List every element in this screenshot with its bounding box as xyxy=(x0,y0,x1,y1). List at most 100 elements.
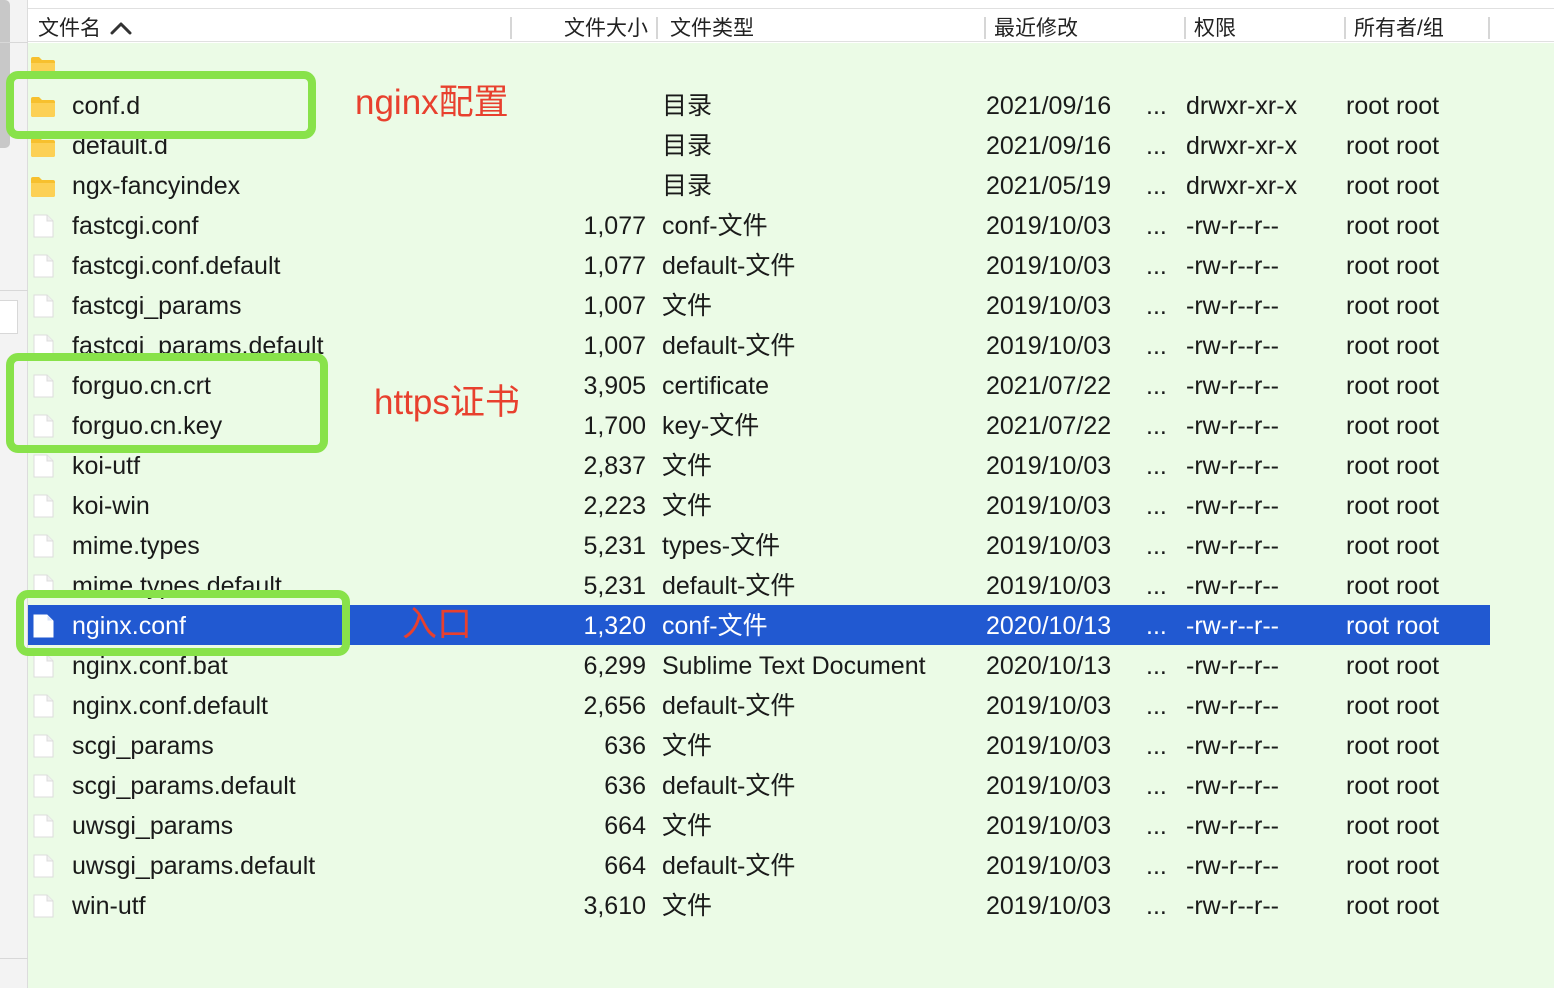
file-row[interactable]: fastcgi.conf.default 1,077 default-文件 2019/… xyxy=(28,245,1490,285)
file-row[interactable]: ngx-fancyindex 目录 2021/05/19... drwxr-xr-x r… xyxy=(28,165,1490,205)
file-type: key-文件 xyxy=(662,412,760,440)
header-modified[interactable]: 最近修改 xyxy=(994,9,1078,43)
file-row[interactable]: fastcgi.conf 1,077 conf-文件 2019/10/03... -rw… xyxy=(28,205,1490,245)
file-permissions: -rw-r--r-- xyxy=(1186,252,1279,280)
file-size: 2,837 xyxy=(583,452,646,480)
left-pane-edge xyxy=(0,0,28,988)
file-size: 1,077 xyxy=(583,212,646,240)
divider xyxy=(0,290,28,291)
header-filename[interactable]: 文件名 xyxy=(38,9,133,43)
file-permissions: -rw-r--r-- xyxy=(1186,572,1279,600)
file-owner: root root xyxy=(1346,692,1440,720)
annotation-box-entry xyxy=(16,590,350,656)
file-type: 目录 xyxy=(662,172,713,200)
file-type: 文件 xyxy=(662,892,713,920)
header-permissions-label: 权限 xyxy=(1194,17,1236,40)
header-owner-label: 所有者/组 xyxy=(1354,17,1444,40)
file-name: win-utf xyxy=(72,892,146,920)
file-row[interactable]: scgi_params.default 636 default-文件 2019/10/… xyxy=(28,765,1490,805)
file-size: 5,231 xyxy=(583,572,646,600)
file-modified-more: ... xyxy=(1146,852,1167,880)
file-modified-more: ... xyxy=(1146,292,1167,320)
file-owner: root root xyxy=(1346,252,1440,280)
file-name: uwsgi_params xyxy=(72,812,234,840)
file-modified-more: ... xyxy=(1146,132,1167,160)
file-size: 1,077 xyxy=(583,252,646,280)
file-type: default-文件 xyxy=(662,572,796,600)
file-permissions: -rw-r--r-- xyxy=(1186,812,1279,840)
file-icon xyxy=(33,894,54,918)
file-row[interactable]: uwsgi_params.default 664 default-文件 2019/10… xyxy=(28,845,1490,885)
file-modified-more: ... xyxy=(1146,452,1167,480)
header-divider[interactable] xyxy=(510,17,512,39)
file-type: 目录 xyxy=(662,92,713,120)
file-name: ngx-fancyindex xyxy=(72,172,241,200)
file-modified: 2021/09/16 xyxy=(986,132,1112,160)
header-owner[interactable]: 所有者/组 xyxy=(1354,9,1444,43)
file-owner: root root xyxy=(1346,132,1440,160)
file-size: 636 xyxy=(604,772,646,800)
file-type: Sublime Text Document xyxy=(662,652,926,680)
file-name: koi-win xyxy=(72,492,150,520)
file-size: 5,231 xyxy=(583,532,646,560)
header-divider[interactable] xyxy=(1184,17,1186,39)
file-type: 文件 xyxy=(662,492,713,520)
file-size: 664 xyxy=(604,852,646,880)
file-row[interactable]: koi-win 2,223 文件 2019/10/03... -rw-r--r-- roo… xyxy=(28,485,1490,525)
header-filesize[interactable]: 文件大小 xyxy=(564,9,648,43)
file-permissions: -rw-r--r-- xyxy=(1186,692,1279,720)
file-type: 文件 xyxy=(662,732,713,760)
annotation-label-config: nginx配置 xyxy=(355,83,509,122)
divider xyxy=(0,958,28,959)
file-modified-more: ... xyxy=(1146,772,1167,800)
file-type: 文件 xyxy=(662,292,713,320)
file-modified-more: ... xyxy=(1146,252,1167,280)
file-icon xyxy=(33,734,54,758)
file-type: 目录 xyxy=(662,132,713,160)
file-owner: root root xyxy=(1346,892,1440,920)
file-owner: root root xyxy=(1346,372,1440,400)
file-name: fastcgi.conf xyxy=(72,212,199,240)
file-permissions: -rw-r--r-- xyxy=(1186,292,1279,320)
file-owner: root root xyxy=(1346,412,1440,440)
header-divider[interactable] xyxy=(656,17,658,39)
header-permissions[interactable]: 权限 xyxy=(1194,9,1236,43)
file-row[interactable]: scgi_params 636 文件 2019/10/03... -rw-r--r-- r… xyxy=(28,725,1490,765)
file-type: default-文件 xyxy=(662,852,796,880)
file-size: 1,320 xyxy=(583,612,646,640)
file-modified: 2021/09/16 xyxy=(986,92,1112,120)
chevron-up-icon[interactable] xyxy=(109,20,133,36)
header-divider[interactable] xyxy=(984,17,986,39)
divider xyxy=(0,42,28,43)
file-owner: root root xyxy=(1346,612,1440,640)
header-divider[interactable] xyxy=(1488,17,1490,39)
file-modified: 2019/10/03 xyxy=(986,452,1112,480)
file-type: conf-文件 xyxy=(662,612,768,640)
file-owner: root root xyxy=(1346,92,1440,120)
header-filetype[interactable]: 文件类型 xyxy=(670,9,754,43)
file-permissions: -rw-r--r-- xyxy=(1186,772,1279,800)
file-row[interactable]: fastcgi_params 1,007 文件 2019/10/03... -rw-r-… xyxy=(28,285,1490,325)
file-row[interactable]: uwsgi_params 664 文件 2019/10/03... -rw-r--r--… xyxy=(28,805,1490,845)
file-permissions: -rw-r--r-- xyxy=(1186,452,1279,480)
file-permissions: -rw-r--r-- xyxy=(1186,532,1279,560)
file-owner: root root xyxy=(1346,492,1440,520)
file-modified-more: ... xyxy=(1146,92,1167,120)
file-row[interactable]: mime.types 5,231 types-文件 2019/10/03... -rw-… xyxy=(28,525,1490,565)
remote-file-list: 文件名 文件大小 文件类型 最近修改 权限 所有者/组 .. conf.d 目录 20… xyxy=(28,0,1554,988)
file-size: 3,905 xyxy=(583,372,646,400)
file-name: fastcgi.conf.default xyxy=(72,252,281,280)
file-permissions: -rw-r--r-- xyxy=(1186,652,1279,680)
file-modified-more: ... xyxy=(1146,652,1167,680)
header-filetype-label: 文件类型 xyxy=(670,17,754,40)
file-permissions: -rw-r--r-- xyxy=(1186,412,1279,440)
file-size: 3,610 xyxy=(583,892,646,920)
file-row[interactable]: nginx.conf.default 2,656 default-文件 2019/10… xyxy=(28,685,1490,725)
file-name: fastcgi_params xyxy=(72,292,242,320)
header-divider[interactable] xyxy=(1344,17,1346,39)
file-row[interactable]: win-utf 3,610 文件 2019/10/03... -rw-r--r-- roo… xyxy=(28,885,1490,925)
file-name: scgi_params.default xyxy=(72,772,296,800)
file-size: 664 xyxy=(604,812,646,840)
file-modified-more: ... xyxy=(1146,412,1167,440)
file-icon xyxy=(33,854,54,878)
